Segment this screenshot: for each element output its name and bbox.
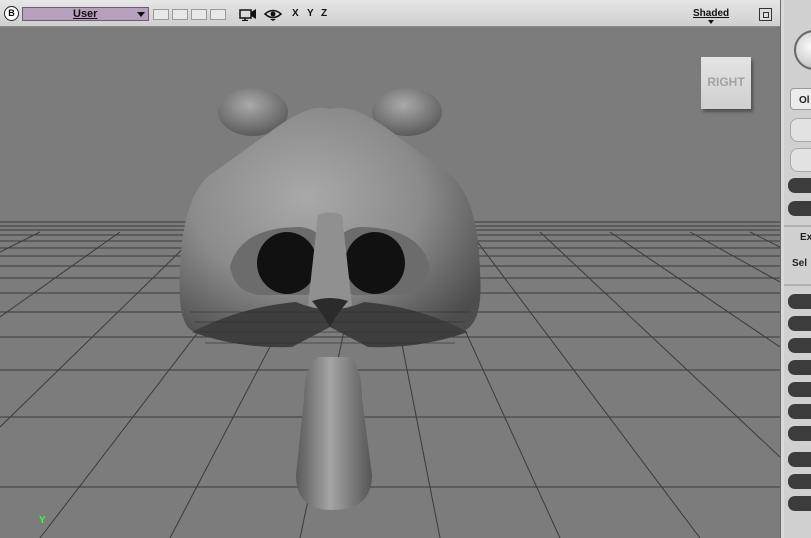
axis-z-label[interactable]: Z: [321, 8, 327, 19]
view-select-label: User: [73, 8, 98, 20]
maximize-icon[interactable]: [759, 8, 772, 21]
axis-y-label[interactable]: Y: [307, 8, 314, 19]
eye-icon[interactable]: [264, 7, 282, 21]
panel-slider-4[interactable]: [788, 316, 811, 331]
panel-expand-label[interactable]: Ex: [800, 232, 811, 243]
shading-mode-dropdown[interactable]: Shaded: [693, 8, 729, 19]
layout-button-4[interactable]: [210, 9, 226, 20]
panel-button-1[interactable]: [790, 118, 811, 142]
axis-y-indicator: Y: [39, 515, 46, 526]
layout-button-1[interactable]: [153, 9, 169, 20]
viewport-toolbar: B User X Y Z Shaded: [0, 0, 780, 27]
panel-slider-8[interactable]: [788, 404, 811, 419]
camera-icon[interactable]: [239, 7, 257, 21]
shading-chevron-icon: [708, 20, 714, 24]
layout-button-3[interactable]: [191, 9, 207, 20]
panel-divider-1: [784, 225, 811, 227]
layout-button-2[interactable]: [172, 9, 188, 20]
view-cube-label: RIGHT: [707, 75, 745, 89]
panel-slider-1[interactable]: [788, 178, 811, 193]
panel-slider-11[interactable]: [788, 474, 811, 489]
panel-slider-10[interactable]: [788, 452, 811, 467]
viewport-canvas: [0, 88, 780, 538]
model-right-eye: [345, 232, 405, 294]
panel-slider-12[interactable]: [788, 496, 811, 511]
panel-slider-3[interactable]: [788, 294, 811, 309]
model-trunk: [296, 357, 372, 510]
panel-divider-2: [784, 284, 811, 286]
view-select-dropdown[interactable]: User: [22, 7, 149, 21]
panel-slider-9[interactable]: [788, 426, 811, 441]
3d-viewport[interactable]: RIGHT Y: [0, 27, 780, 538]
panel-slider-7[interactable]: [788, 382, 811, 397]
panel-slider-2[interactable]: [788, 201, 811, 216]
chevron-down-icon: [137, 12, 145, 17]
panel-slider-5[interactable]: [788, 338, 811, 353]
axis-x-label[interactable]: X: [292, 8, 299, 19]
panel-slider-6[interactable]: [788, 360, 811, 375]
panel-select-label[interactable]: Sel: [792, 258, 807, 269]
panel-button-2[interactable]: [790, 148, 811, 172]
view-cube[interactable]: RIGHT: [701, 57, 751, 109]
app-logo-icon[interactable]: B: [4, 6, 19, 21]
model-left-eye: [257, 232, 317, 294]
panel-tab[interactable]: Ol: [790, 88, 811, 110]
